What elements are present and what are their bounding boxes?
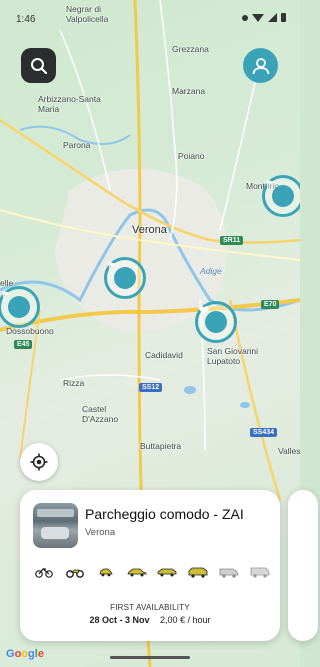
parking-card[interactable]: Parcheggio comodo - ZAI Verona FIRST AVA… [20,490,280,641]
availability-row: 28 Oct - 3 Nov 2,00 € / hour [20,615,280,625]
battery-icon [281,13,286,22]
map-shield-e70: E70 [261,300,280,309]
map-shield-ss12: SS12 [139,383,163,392]
parking-city: Verona [85,527,116,538]
map-label-grezzana: Grezzana [172,44,209,54]
parking-flag-icon [2,290,30,318]
status-icons [242,13,286,22]
profile-button[interactable] [243,48,278,83]
parking-marker-san-giovanni[interactable] [195,301,237,343]
heart-icon [198,306,227,333]
parking-flag-icon [108,261,136,289]
map-shield-ss434: SS434 [250,428,278,437]
map-label-marzana: Marzana [172,86,206,96]
availability-label: FIRST AVAILABILITY [110,603,190,612]
home-indicator[interactable] [110,656,190,659]
map-label-san-giovanni: San Giovanni Lupatoto [207,346,259,366]
my-location-button[interactable] [20,443,58,481]
parking-flag-icon [266,179,294,207]
search-button[interactable] [21,48,56,83]
parking-marker-montorio[interactable] [262,175,300,217]
car-icon [126,566,147,578]
parking-marker-dossobuono[interactable] [0,286,40,328]
status-time: 1:46 [16,14,36,25]
map-label-poiano: Poiano [178,151,205,161]
small-car-icon [96,566,116,578]
map-label-parona: Parona [63,140,91,150]
map-label-arbizzano: Arbizzano-Santa Maria [38,94,101,114]
map-label-vallese: Valles [278,446,300,456]
large-car-icon [157,566,177,578]
parking-marker-verona[interactable] [104,257,146,299]
camper-icon [250,566,270,578]
wifi-icon [252,13,264,22]
parking-title: Parcheggio comodo - ZAI [85,506,244,522]
map-label-buttapietra: Buttapietra [140,441,182,451]
map-label-rizza: Rizza [63,378,85,388]
parking-photo [33,503,78,548]
map-label-castel-dazzano: Castel D'Azzano [82,404,119,424]
parking-price: 2,00 € / hour [160,615,211,625]
notification-dot-icon [242,14,248,21]
vehicle-types [34,566,270,578]
suv-icon [188,566,208,578]
crosshair-icon [30,453,48,471]
availability-dates: 28 Oct - 3 Nov [89,615,150,625]
status-bar: 1:46 [0,0,300,25]
signal-icon [268,13,277,22]
google-logo: Google [6,648,44,660]
map-shield-e45: E45 [14,340,33,349]
map-label-cadidavid: Cadidavid [145,350,183,360]
user-icon [252,57,269,74]
map-label-verona: Verona [132,224,167,236]
bicycle-icon [34,566,54,578]
map-label-adige: Adige [200,266,222,276]
motorbike-icon [65,566,85,578]
van-icon [219,566,239,578]
map-shield-sr11: SR11 [220,236,244,245]
search-icon [30,57,47,74]
map-label-dossobuono: Dossobuono [6,326,54,336]
next-parking-card[interactable] [288,490,318,641]
